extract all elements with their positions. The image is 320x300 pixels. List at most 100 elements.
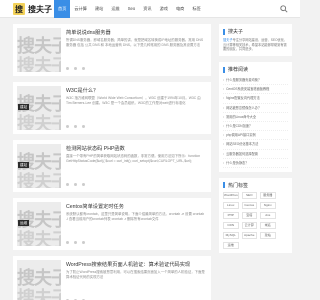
nav-item[interactable]: 电商 [172,0,188,18]
post-thumbnail[interactable]: 搜夫子搜夫子运维 [17,202,61,246]
recommend-item-label: php调用API接口实例 [226,133,256,138]
about-text: 搜夫子专注分享网站建设、运营、SEO优化、云计算等相关技术，希望本站能够帮助到有… [223,38,288,52]
nav-item[interactable]: 建站 [91,0,107,18]
post-title[interactable]: 简单说说dns服务器 [66,29,206,36]
tag-item[interactable]: dns [260,211,276,219]
tag-item[interactable]: Apache [241,231,257,239]
recommend-item[interactable]: • 网站SEO优化基本方法 [223,140,288,150]
post-excerpt: 直接一个带有PHP的简单获取网站状态码的函数，非常方便。使用方法如下所示：fun… [66,154,201,163]
sidebar: 搜夫子 搜夫子专注分享网站建设、运营、SEO优化、云计算等相关技术，希望本站能够… [219,24,292,259]
bullet-icon: • [223,87,225,92]
bullet-icon: • [223,78,225,82]
tag-item[interactable]: Linux [223,201,239,209]
bullet-icon: • [223,123,225,128]
post-title[interactable]: WordPress搜索结果页面人机验证：算术验证代码实现 [66,261,206,268]
bullet-icon: • [223,151,225,156]
meta-icon [74,125,77,128]
about-title: 搜夫子 [228,29,244,35]
top-navbar: 搜 搜夫子 首页 云计算 建站 运维 Seo 资讯 游戏 电商 标签 [0,0,300,18]
recommend-item-label: 什么是CDN加速？ [226,123,253,128]
recommend-item[interactable]: • 云服务器如何选择配置 [223,150,288,159]
nav-item[interactable]: 运维 [107,0,123,18]
bullet-icon: • [223,96,225,101]
category-badge[interactable]: 建站 [18,162,30,168]
recommend-item-label: 网站SEO优化基本方法 [226,142,259,147]
tag-item[interactable]: 域名 [260,221,276,229]
meta-icon [66,67,69,70]
tag-item[interactable]: SEO [241,191,257,199]
bullet-icon: • [223,114,225,119]
recommend-item-label: 什么是服务器负载均衡？ [226,78,262,82]
post-title[interactable]: W3C是什么？ [66,87,206,94]
recommend-item[interactable]: • 网站被恶意镜像怎么办？ [223,104,288,113]
recommend-item-label: Nginx配置反向代理方法 [226,96,260,101]
thumbnail-watermark: 搜夫子 [17,230,61,246]
nav-item[interactable]: 标签 [188,0,204,18]
meta-icon [82,125,85,128]
post-thumbnail[interactable]: 搜夫子 搜夫子 [17,28,61,72]
search-icon[interactable] [280,5,288,13]
tag-item[interactable]: CDN [223,221,239,229]
tag-item[interactable]: 服务器 [260,191,276,199]
meta-icon [74,67,77,70]
recommend-item[interactable]: • CentOS系统安装宝塔面板教程 [223,85,288,95]
about-body: 专注分享网站建设、运营、SEO优化、云计算等相关技术，希望本站能够帮助到有需要的… [223,38,288,52]
post-title[interactable]: Centos简单设置定时任务 [66,203,206,210]
category-badge[interactable]: 建站 [18,104,30,110]
tag-item[interactable]: Nginx [260,201,276,209]
tag-item[interactable]: PHP [223,211,239,219]
logo-text: 搜夫子 [28,4,52,14]
recommend-item[interactable]: • Nginx配置反向代理方法 [223,94,288,104]
post-meta [66,182,206,187]
nav-item[interactable]: 资讯 [139,0,155,18]
post-card: 搜夫子搜夫子运维Centos简单设置定时任务系统默认都有crontab，这里只是… [13,198,211,250]
post-excerpt: 为了防止WordPress搜索被恶意利用，可以在搜索结果页面加入一个简单的人机验… [66,270,205,279]
post-meta [66,124,206,129]
recommend-list: • 什么是服务器负载均衡？ • CentOS系统安装宝塔面板教程 • Nginx配置反向代… [223,76,288,168]
meta-icon [74,183,77,186]
recommend-item[interactable]: • 什么是服务器负载均衡？ [223,76,288,86]
post-meta [66,66,206,71]
nav-item[interactable]: 云计算 [70,0,91,18]
tag-item[interactable]: MySQL [223,231,239,239]
post-card: 搜夫子 搜夫子 简单说说dns服务器 所谓DNS服务器，即域名服务器；简单的讲，就是把… [13,24,211,76]
recommend-item[interactable]: • php调用API接口实例 [223,131,288,141]
post-thumbnail[interactable]: 搜夫子 搜夫子 [17,260,61,300]
recommend-item[interactable]: • 什么是伪静态？ [223,159,288,168]
thumbnail-watermark: 搜夫子 [17,288,61,300]
widget-accent-bar [223,28,225,35]
widget-accent-bar [223,66,225,73]
about-highlight[interactable]: 搜夫子 [223,38,233,42]
tag-item[interactable]: 宝塔 [241,211,257,219]
recommend-item-label: 云服务器如何选择配置 [226,151,258,156]
post-excerpt: W3C 指万维网联盟（World Wide Web Consortium）。W3… [66,96,201,105]
recommend-widget: 推荐阅读 • 什么是服务器负载均衡？ • CentOS系统安装宝塔面板教程 • Nginx… [219,62,292,172]
post-title[interactable]: 检测网站状态码 PHP函数 [66,145,206,152]
meta-icon [74,241,77,244]
category-badge[interactable]: 运维 [18,220,30,226]
tag-item[interactable]: 建站 [260,231,276,239]
recommend-item[interactable]: • 什么是CDN加速？ [223,122,288,132]
tag-item[interactable]: 云计算 [241,221,257,229]
post-thumbnail[interactable]: 搜夫子搜夫子建站 [17,144,61,188]
recommend-item[interactable]: • 常用的Linux命令大全 [223,113,288,122]
site-logo[interactable]: 搜 搜夫子 [13,3,52,15]
tag-item[interactable]: Centos [241,201,257,209]
post-excerpt: 所谓DNS服务器，即域名服务器；简单的讲，就是把域名转换成IP地址的服务器。常用… [66,38,204,47]
bullet-icon: • [223,142,225,147]
recommend-item-label: 什么是伪静态？ [226,160,249,165]
nav-item[interactable]: Seo [124,0,139,18]
meta-icon [82,67,85,70]
meta-icon [66,183,69,186]
post-card: 搜夫子搜夫子建站 W3C是什么？ W3C 指万维网联盟（World Wide Web… [13,82,211,134]
post-excerpt: 系统默认都有crontab，这里只是简单说明，下面介绍最简单的方法。cronta… [66,212,205,221]
nav-item[interactable]: 游戏 [156,0,172,18]
tags-widget: 热门标签 WordPress SEO 服务器 Linux Centos Nginx PHP 宝… [219,177,292,253]
post-thumbnail[interactable]: 搜夫子搜夫子建站 [17,86,61,130]
logo-mark: 搜 [13,3,25,15]
nav-item[interactable]: 首页 [54,0,71,18]
tag-item[interactable]: 运维 [223,241,239,249]
tag-item[interactable]: WordPress [223,191,239,199]
post-card: 搜夫子搜夫子建站检测网站状态码 PHP函数直接一个带有PHP的简单获取网站状态码… [13,140,211,192]
post-meta [66,240,206,245]
